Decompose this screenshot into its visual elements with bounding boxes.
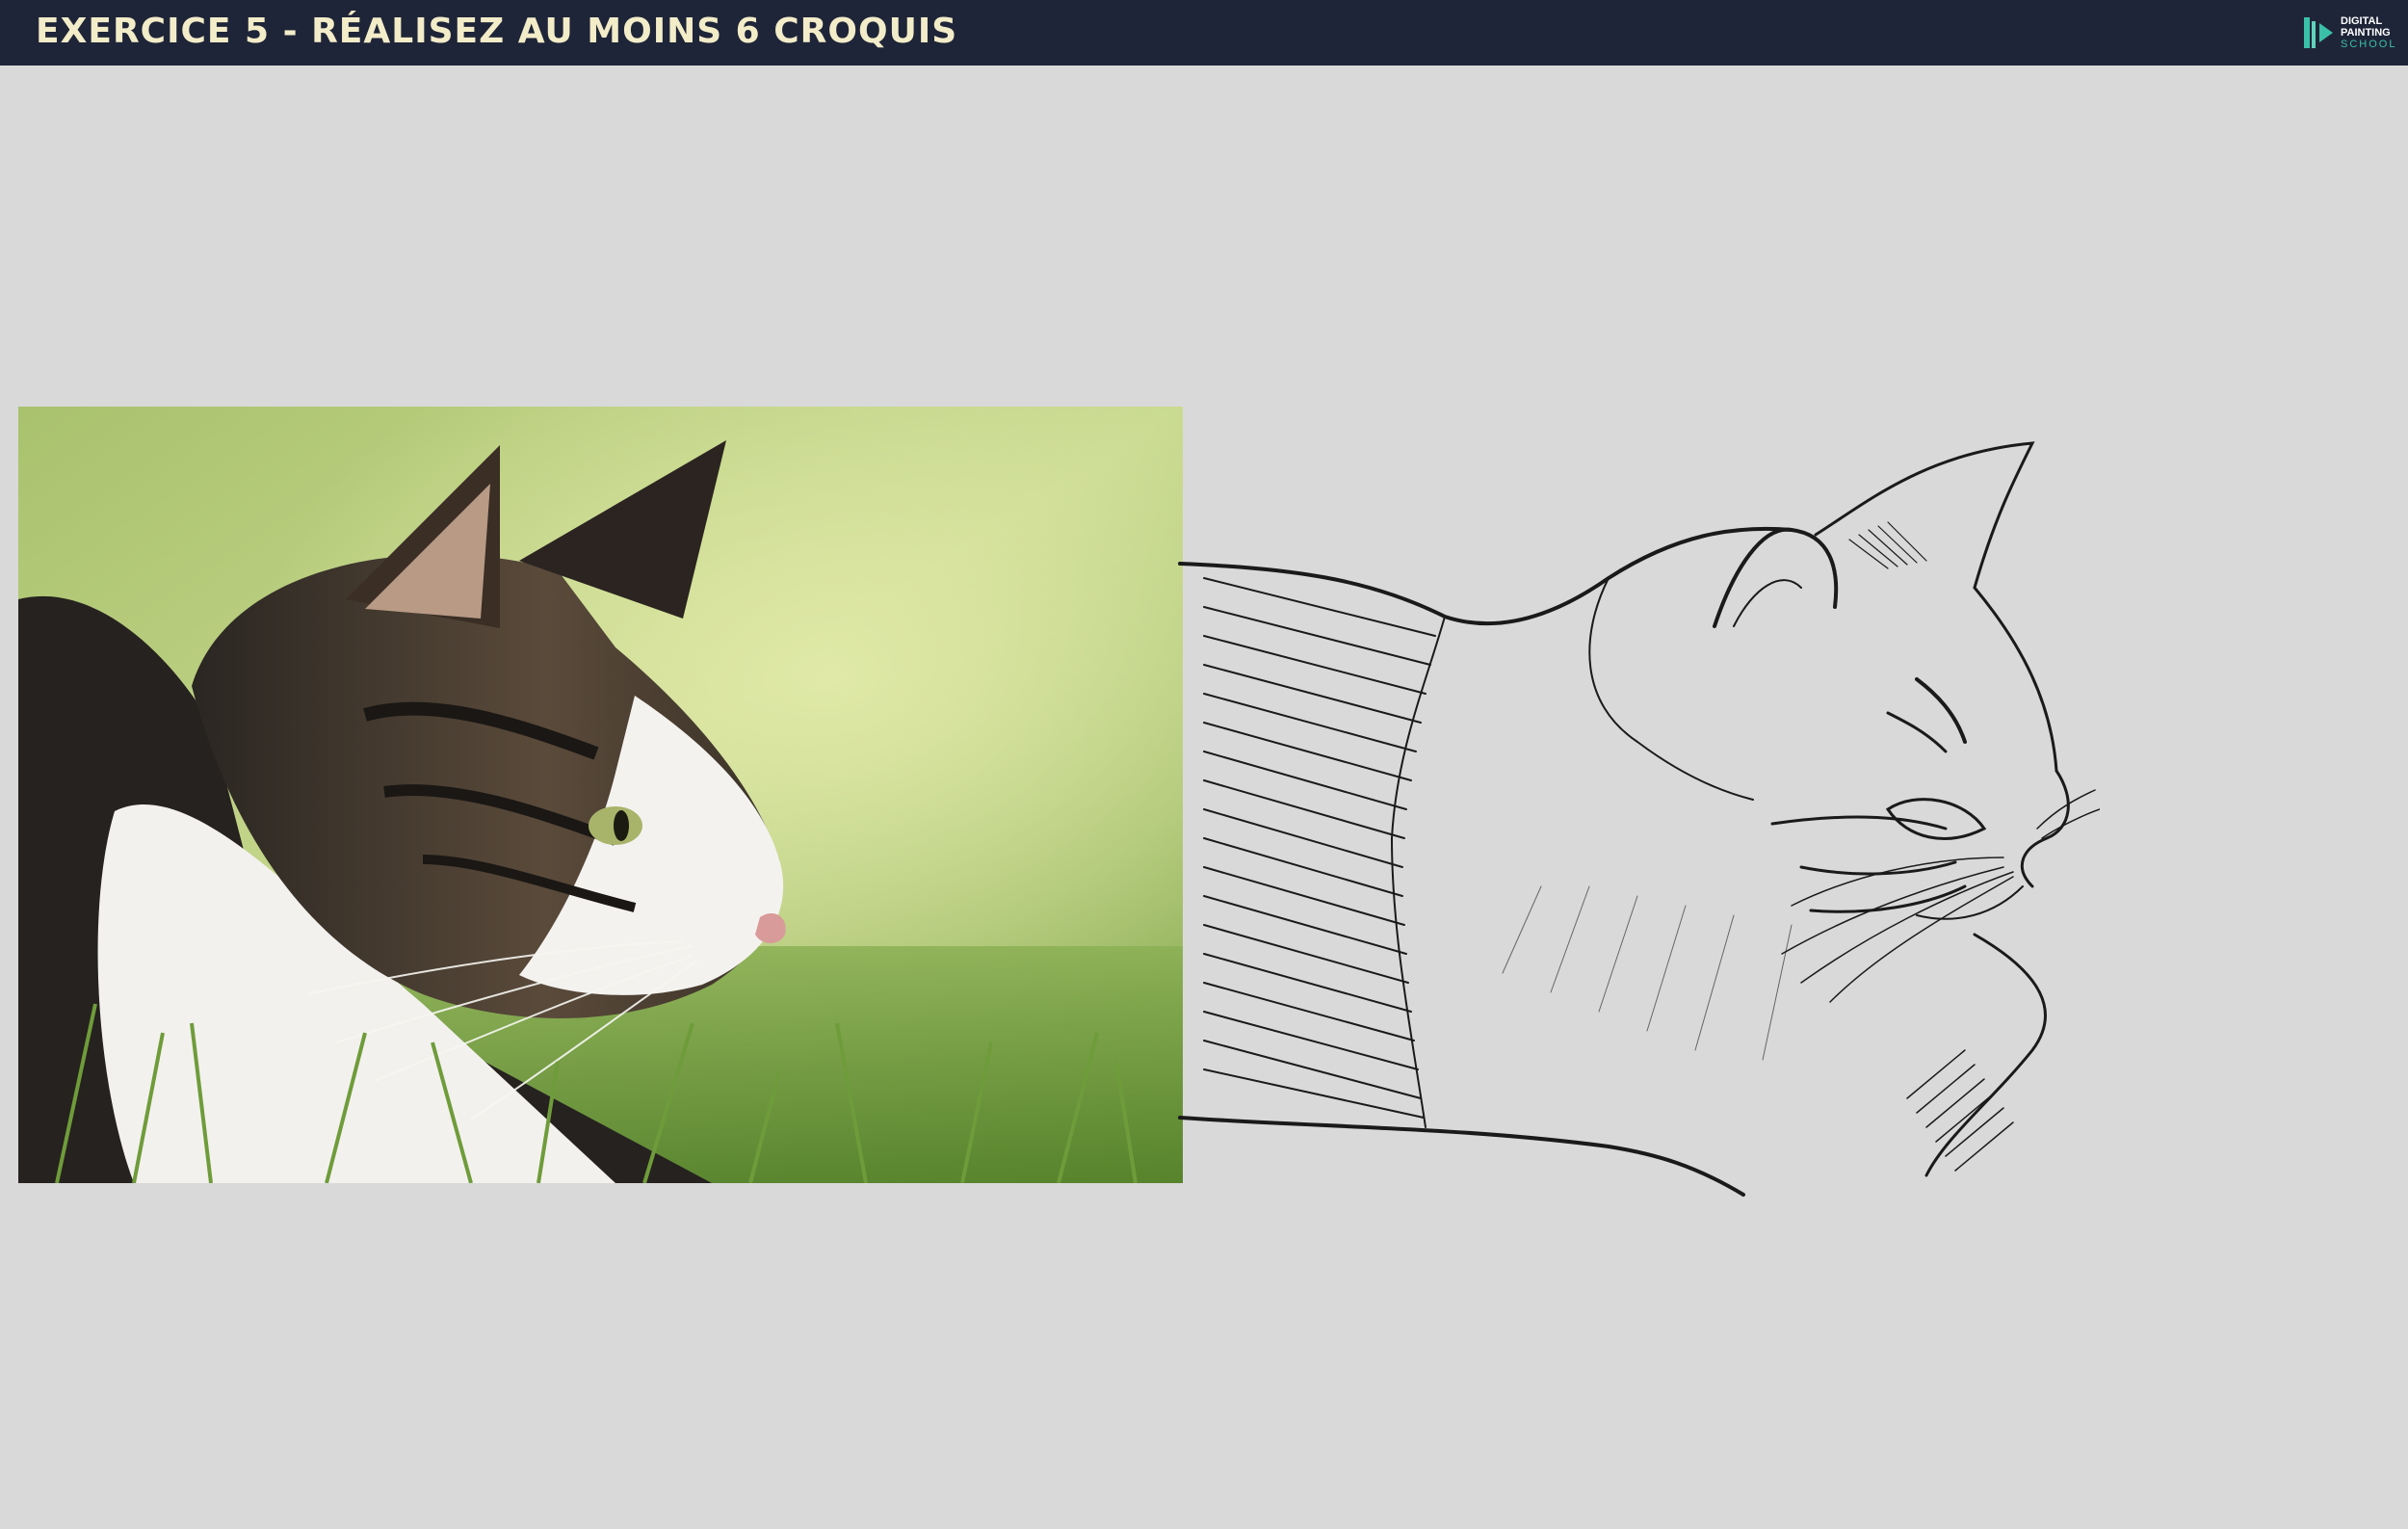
cat-sketch-drawing [1178, 441, 2101, 1197]
logo-mark-icon [2304, 17, 2333, 48]
logo-line-3: SCHOOL [2341, 39, 2397, 50]
cat-photo-image [18, 407, 1183, 1183]
logo-line-1: DIGITAL [2341, 15, 2383, 27]
cat-line-sketch [1175, 434, 2101, 1243]
cat-photo [18, 407, 1183, 1183]
digital-painting-school-logo: DIGITAL PAINTING SCHOOL [2300, 12, 2396, 54]
page-title: EXERCICE 5 - RÉALISEZ AU MOINS 6 CROQUIS [36, 12, 958, 51]
logo-line-2: PAINTING [2341, 27, 2391, 39]
top-bar: EXERCICE 5 - RÉALISEZ AU MOINS 6 CROQUIS… [0, 0, 2408, 66]
